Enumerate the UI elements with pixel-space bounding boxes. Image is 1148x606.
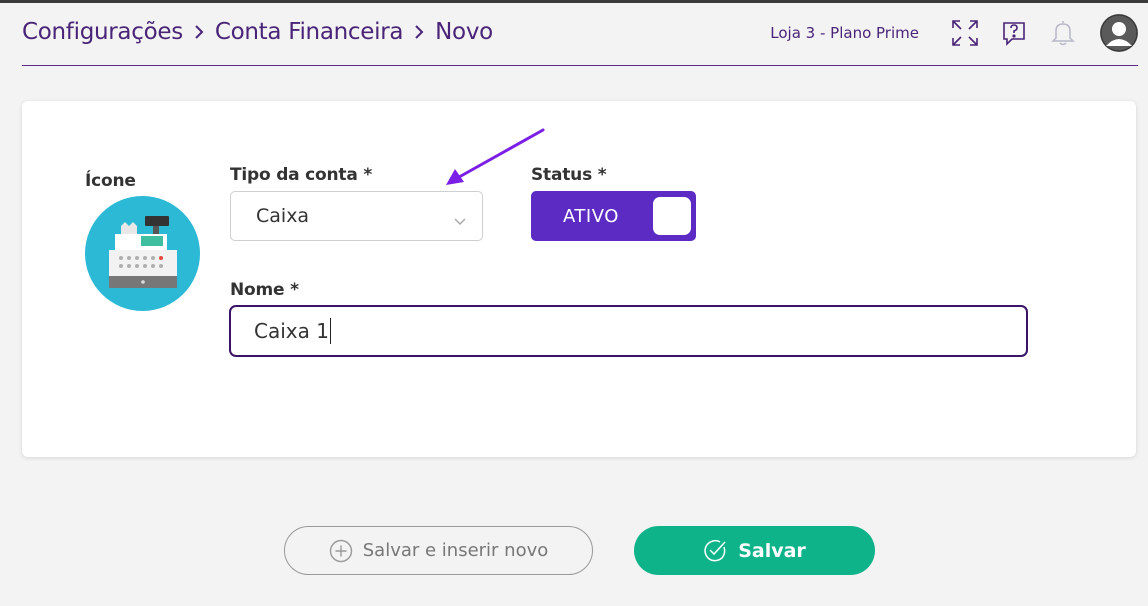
save-and-insert-new-label: Salvar e inserir novo (362, 540, 549, 561)
chevron-right-icon (193, 23, 205, 41)
save-button[interactable]: Salvar (634, 526, 875, 575)
account-type-label: Tipo da conta * (230, 165, 373, 185)
chevron-down-icon (453, 210, 467, 232)
annotation-arrow-icon (446, 128, 545, 185)
status-toggle[interactable]: ATIVO (531, 191, 696, 241)
store-plan-label[interactable]: Loja 3 - Plano Prime (770, 24, 919, 42)
text-caret (329, 318, 332, 344)
help-chat-icon[interactable] (997, 16, 1031, 50)
name-input-value: Caixa 1 (254, 319, 329, 343)
account-type-select[interactable]: Caixa (230, 191, 483, 241)
top-border (0, 0, 1148, 3)
breadcrumb-item-configuracoes[interactable]: Configurações (22, 19, 183, 45)
header-actions: Loja 3 - Plano Prime (770, 14, 1138, 52)
name-input[interactable]: Caixa 1 (229, 305, 1028, 357)
name-label: Nome * (230, 280, 299, 300)
status-toggle-text: ATIVO (563, 205, 619, 227)
toggle-knob (653, 197, 691, 235)
cash-register-icon[interactable] (85, 196, 200, 311)
page-header: Configurações Conta Financeira Novo Loja… (22, 10, 1138, 66)
save-and-insert-new-button[interactable]: Salvar e inserir novo (284, 526, 593, 575)
account-type-value: Caixa (256, 205, 310, 227)
breadcrumb: Configurações Conta Financeira Novo (22, 19, 493, 45)
bell-icon[interactable] (1046, 16, 1080, 50)
save-label: Salvar (738, 539, 806, 562)
breadcrumb-item-conta-financeira[interactable]: Conta Financeira (215, 19, 404, 45)
form-card: Ícone Tipo da conta * Caixa Status * ATI… (22, 101, 1136, 457)
plus-circle-icon (329, 539, 353, 563)
check-circle-icon (703, 538, 728, 563)
chevron-right-icon (413, 23, 425, 41)
user-avatar-icon[interactable] (1100, 14, 1138, 52)
icon-label: Ícone (85, 171, 136, 191)
breadcrumb-item-novo: Novo (435, 19, 493, 45)
expand-icon[interactable] (948, 16, 982, 50)
